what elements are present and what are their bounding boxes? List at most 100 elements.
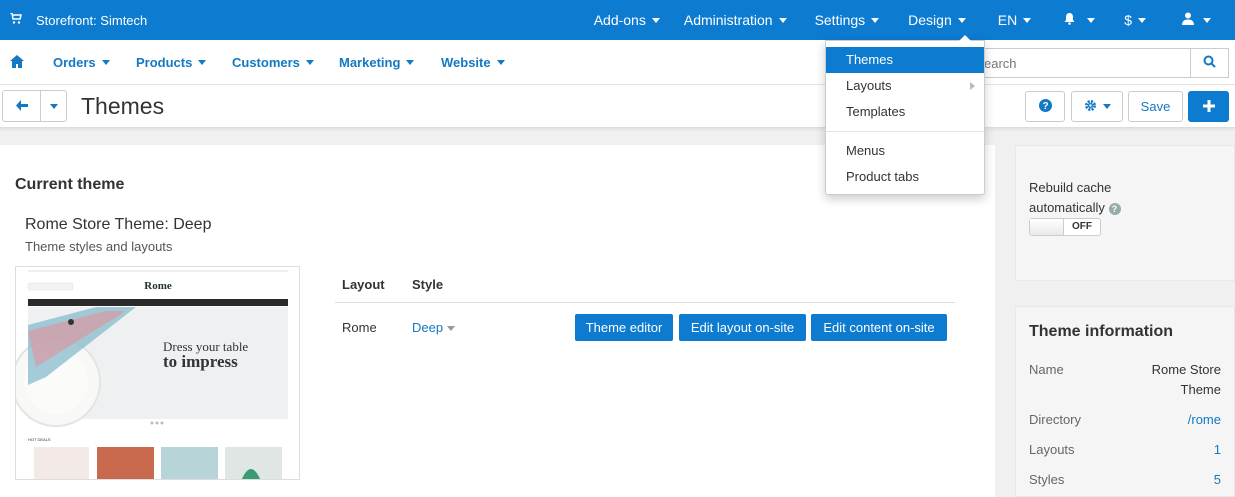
question-icon: ?	[1038, 98, 1052, 115]
nav-settings[interactable]: Settings	[815, 0, 880, 40]
chevron-down-icon	[1023, 17, 1032, 23]
nav-addons[interactable]: Add-ons	[594, 0, 660, 40]
add-button[interactable]	[1188, 91, 1229, 122]
nav-products-label: Products	[136, 55, 193, 70]
preview-section: HOT DEALS	[28, 437, 51, 442]
nav-website[interactable]: Website	[441, 40, 505, 85]
arrow-left-icon	[15, 99, 28, 114]
storefront-label: Storefront: Simtech	[36, 12, 148, 28]
menu-item-product-tabs[interactable]: Product tabs	[826, 164, 984, 190]
nav-currency[interactable]: $	[1124, 0, 1146, 40]
search-input[interactable]	[975, 48, 1191, 78]
menu-item-layouts-label: Layouts	[846, 78, 892, 93]
toggle-state-label: OFF	[1072, 221, 1092, 232]
design-dropdown-menu: Themes Layouts Templates Menus Product t…	[825, 35, 985, 195]
info-directory-label: Directory	[1029, 412, 1082, 427]
chevron-down-icon	[871, 17, 880, 23]
info-directory-link[interactable]: /rome	[1188, 410, 1221, 430]
toggle-knob	[1030, 219, 1064, 235]
search-button[interactable]	[1190, 48, 1229, 78]
save-button[interactable]: Save	[1128, 91, 1183, 122]
theme-preview-image: Rome Dress your table to impress HOT DEA…	[15, 266, 300, 480]
edit-content-button[interactable]: Edit content on-site	[811, 314, 947, 341]
help-tooltip-icon[interactable]: ?	[1108, 202, 1121, 215]
chevron-down-icon	[957, 17, 966, 23]
help-button[interactable]: ?	[1025, 91, 1065, 122]
nav-customers[interactable]: Customers	[232, 40, 314, 85]
info-name-label: Name	[1029, 362, 1064, 377]
menu-item-templates[interactable]: Templates	[826, 99, 984, 125]
nav-language[interactable]: EN	[997, 0, 1032, 40]
chevron-down-icon	[49, 103, 58, 109]
nav-administration-label: Administration	[683, 12, 773, 28]
nav-orders[interactable]: Orders	[53, 40, 110, 85]
chevron-right-icon	[970, 82, 975, 90]
top-nav: Add-ons Administration Settings Design E…	[594, 0, 1235, 40]
theme-subtitle: Theme styles and layouts	[25, 239, 173, 254]
style-dropdown[interactable]: Deep	[412, 320, 456, 335]
nav-design[interactable]: Design	[908, 0, 966, 40]
nav-products[interactable]: Products	[136, 40, 207, 85]
menu-item-menus[interactable]: Menus	[826, 138, 984, 164]
nav-website-label: Website	[441, 55, 491, 70]
home-icon[interactable]	[10, 55, 24, 68]
chevron-down-icon	[651, 17, 660, 23]
user-icon	[1182, 12, 1194, 28]
nav-orders-label: Orders	[53, 55, 96, 70]
storefront-link[interactable]: Storefront: Simtech	[10, 0, 147, 40]
nav-customers-label: Customers	[232, 55, 300, 70]
back-button[interactable]	[2, 90, 41, 122]
nav-design-label: Design	[908, 12, 952, 28]
nav-addons-label: Add-ons	[593, 12, 646, 28]
rebuild-cache-label: Rebuild cache automatically ?	[1029, 178, 1121, 218]
preview-headline-2: to impress	[163, 352, 238, 371]
edit-layout-button[interactable]: Edit layout on-site	[679, 314, 806, 341]
chevron-down-icon	[1138, 17, 1146, 23]
nav-marketing[interactable]: Marketing	[339, 40, 415, 85]
chevron-down-icon	[496, 60, 505, 65]
rebuild-cache-toggle[interactable]: OFF	[1029, 218, 1101, 236]
nav-marketing-label: Marketing	[339, 55, 401, 70]
theme-information-heading: Theme information	[1029, 323, 1174, 340]
dropdown-arrow	[959, 35, 971, 41]
info-styles-label: Styles	[1029, 472, 1065, 487]
nav-currency-label: $	[1124, 12, 1132, 28]
menu-item-layouts[interactable]: Layouts	[826, 73, 984, 99]
nav-user[interactable]	[1182, 0, 1211, 40]
cart-icon	[10, 12, 22, 27]
info-layouts-link[interactable]: 1	[1214, 440, 1221, 460]
current-theme-heading: Current theme	[15, 176, 125, 193]
nav-settings-label: Settings	[814, 12, 866, 28]
info-name-value-line1: Rome Store	[1151, 362, 1221, 377]
nav-administration[interactable]: Administration	[684, 0, 787, 40]
theme-editor-button[interactable]: Theme editor	[575, 314, 673, 341]
top-bar: Storefront: Simtech Add-ons Administrati…	[0, 0, 1235, 40]
plus-icon	[1202, 95, 1215, 118]
page-title: Themes	[81, 93, 165, 119]
layout-name: Rome	[342, 320, 377, 335]
chevron-down-icon	[1102, 104, 1111, 109]
chevron-down-icon	[1087, 17, 1096, 23]
chevron-down-icon	[1203, 17, 1211, 23]
nav-language-label: EN	[997, 12, 1018, 28]
chevron-down-icon	[305, 60, 314, 65]
header-style: Style	[412, 277, 444, 292]
chevron-down-icon	[447, 326, 456, 332]
history-dropdown-button[interactable]	[40, 90, 67, 122]
svg-text:?: ?	[1042, 101, 1048, 112]
chevron-down-icon	[406, 60, 415, 65]
header-layout: Layout	[342, 277, 385, 292]
menu-item-themes[interactable]: Themes	[826, 47, 984, 73]
chevron-down-icon	[198, 60, 207, 65]
chevron-down-icon	[101, 60, 110, 65]
info-styles-link[interactable]: 5	[1214, 470, 1221, 490]
search-icon	[1203, 55, 1216, 71]
info-name-value-line2: Theme	[1180, 382, 1221, 397]
gear-icon	[1084, 99, 1097, 115]
nav-notifications[interactable]	[1063, 0, 1096, 40]
info-layouts-label: Layouts	[1029, 442, 1075, 457]
menu-divider	[826, 131, 984, 132]
bell-icon	[1063, 12, 1076, 28]
preview-brand: Rome	[144, 280, 172, 292]
settings-menu-button[interactable]	[1071, 91, 1123, 122]
